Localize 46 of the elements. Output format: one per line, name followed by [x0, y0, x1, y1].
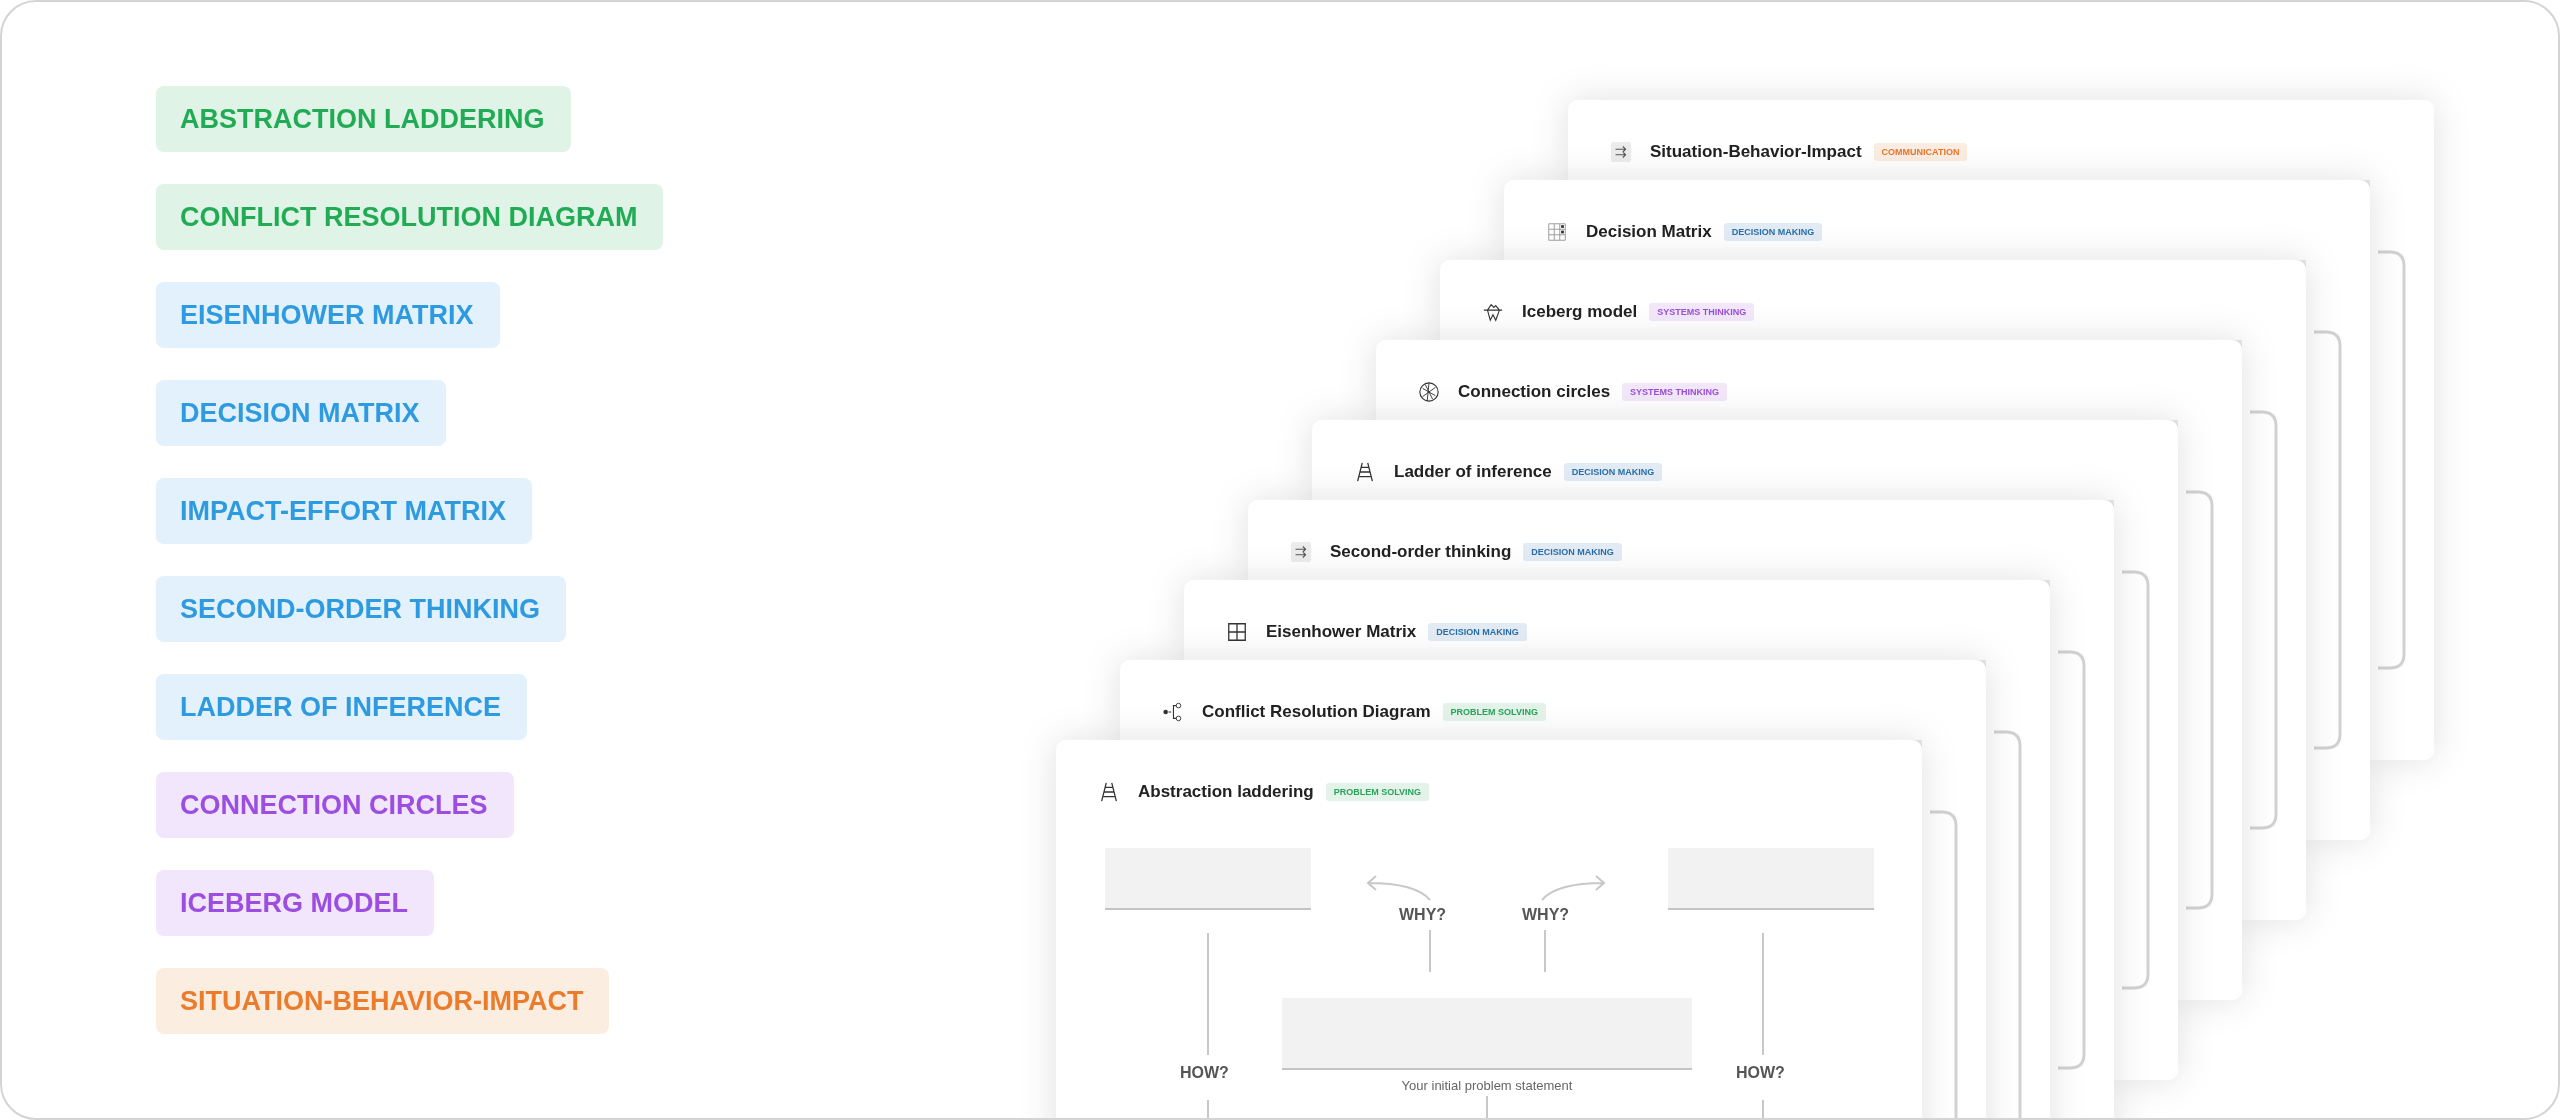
card-title: Second-order thinking	[1330, 541, 1512, 563]
card-title: Iceberg model	[1522, 301, 1638, 323]
category-badge: SYSTEMS THINKING	[1622, 383, 1728, 401]
card-title: Eisenhower Matrix	[1266, 621, 1417, 643]
category-tag: ICEBERG MODEL	[156, 870, 434, 936]
category-tag: DECISION MATRIX	[156, 380, 446, 446]
card-title: Conflict Resolution Diagram	[1202, 701, 1431, 723]
arrows-icon	[1610, 141, 1632, 163]
category-badge: DECISION MAKING	[1523, 543, 1622, 561]
category-tag: SECOND-ORDER THINKING	[156, 576, 566, 642]
card-title: Connection circles	[1458, 381, 1611, 403]
category-badge: DECISION MAKING	[1723, 223, 1823, 241]
card-title: Abstraction laddering	[1138, 781, 1314, 803]
ladder-icon	[1354, 461, 1376, 483]
how-label: HOW?	[1736, 1064, 1785, 1082]
connection-circle-icon	[1418, 381, 1440, 403]
arrows-icon	[1290, 541, 1312, 563]
grid-icon	[1226, 621, 1248, 643]
curved-arrow	[1366, 874, 1432, 902]
curved-arrow	[1540, 874, 1606, 902]
category-tag: IMPACT-EFFORT MATRIX	[156, 478, 532, 544]
category-tag: CONFLICT RESOLUTION DIAGRAM	[156, 184, 664, 250]
iceberg-icon	[1482, 301, 1504, 323]
card-title: Situation-Behavior-Impact	[1650, 141, 1862, 163]
connector-line	[1429, 930, 1431, 972]
category-badge: COMMUNICATION	[1873, 143, 1968, 161]
table-icon	[1546, 221, 1568, 243]
category-tag: SITUATION-BEHAVIOR-IMPACT	[156, 968, 610, 1034]
category-tag: LADDER OF INFERENCE	[156, 674, 527, 740]
why-label: WHY?	[1522, 906, 1570, 924]
category-tag: EISENHOWER MATRIX	[156, 282, 500, 348]
ladder-icon	[1098, 781, 1120, 803]
card-title: Decision Matrix	[1586, 221, 1712, 243]
branch-icon	[1162, 701, 1184, 723]
category-badge: DECISION MAKING	[1428, 623, 1527, 641]
category-badge: SYSTEMS THINKING	[1649, 303, 1755, 321]
card-title: Ladder of inference	[1394, 461, 1552, 483]
category-badge: PROBLEM SOLVING	[1442, 703, 1546, 721]
category-tag: ABSTRACTION LADDERING	[156, 86, 571, 152]
category-tag: CONNECTION CIRCLES	[156, 772, 514, 838]
how-label: HOW?	[1180, 1064, 1229, 1082]
why-label: WHY?	[1399, 906, 1447, 924]
connector-line	[1544, 930, 1546, 972]
box-caption: Your initial problem statement	[1400, 1078, 1574, 1093]
category-badge: DECISION MAKING	[1563, 463, 1663, 481]
category-badge: PROBLEM SOLVING	[1325, 783, 1430, 801]
